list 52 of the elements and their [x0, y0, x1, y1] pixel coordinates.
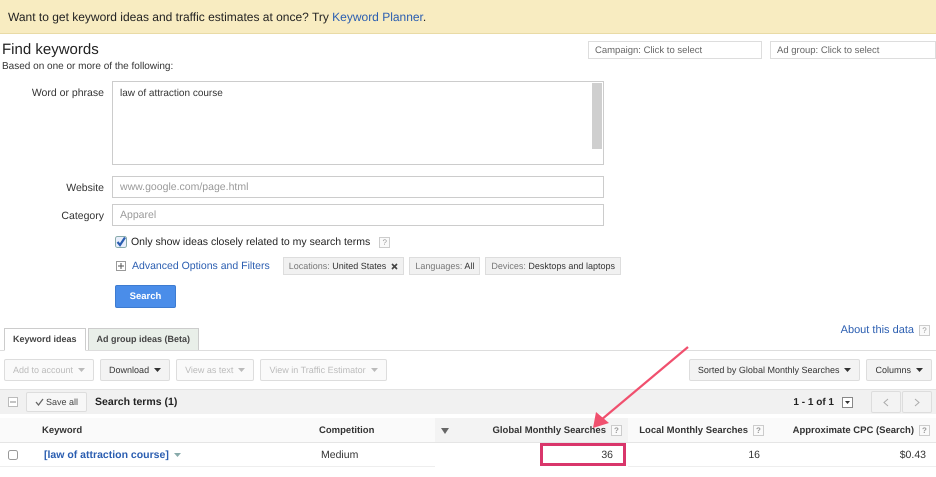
caret-icon	[844, 368, 852, 372]
advanced-options-link[interactable]: Advanced Options and Filters	[132, 260, 270, 272]
page-title: Find keywords	[2, 41, 100, 59]
pagination-text: 1 - 1 of 1	[793, 396, 834, 408]
field-label: Word or phrase	[30, 86, 104, 101]
checkbox[interactable]	[115, 236, 127, 248]
check-icon	[35, 398, 44, 406]
column-header[interactable]: Approximate CPC (Search) ?	[770, 418, 936, 443]
row-checkbox[interactable]	[8, 450, 18, 460]
collapse-icon[interactable]	[8, 397, 18, 407]
chevron-left-icon	[883, 398, 889, 406]
toolbar-button[interactable]: Download	[100, 359, 170, 381]
save-all-button[interactable]: Save all	[26, 392, 88, 412]
caret-icon	[370, 368, 378, 372]
selector-field[interactable]: Campaign: Click to select	[588, 41, 762, 59]
caret-icon	[154, 368, 162, 372]
table-cell: 16	[628, 443, 770, 467]
table-cell: Medium	[313, 443, 435, 467]
sort-button[interactable]: Sorted by Global Monthly Searches	[688, 359, 860, 381]
chevron-right-icon	[914, 398, 920, 406]
input-field[interactable]: www.google.com/page.html	[112, 176, 604, 198]
checkbox-label: Only show ideas closely related to my search terms	[131, 236, 370, 248]
expand-icon[interactable]	[116, 261, 126, 271]
selector-field[interactable]: Ad group: Click to select	[770, 41, 936, 59]
banner-message: Want to get keyword ideas and traffic estimates at once? Try Keyword Planner.	[8, 10, 426, 24]
tab[interactable]: Ad group ideas (Beta)	[88, 328, 200, 350]
page-subtitle: Based on one or more of the following:	[2, 61, 174, 72]
table-cell: 36	[540, 443, 626, 466]
caret-icon	[238, 368, 246, 372]
column-header[interactable]: Keyword	[36, 418, 313, 443]
input-field[interactable]: Apparel	[112, 204, 604, 226]
column-header[interactable]: Global Monthly Searches ?	[435, 418, 628, 443]
tab[interactable]: Keyword ideas	[4, 328, 86, 351]
scrollbar[interactable]	[592, 83, 602, 149]
group-title: Search terms (1)	[95, 396, 178, 408]
close-icon[interactable]	[391, 262, 398, 270]
column-header[interactable]: Local Monthly Searches ?	[628, 418, 770, 443]
field-label: Category	[60, 209, 104, 224]
table-cell: $0.43	[770, 443, 936, 467]
keyword-planner-link[interactable]: Keyword Planner	[332, 10, 423, 24]
field-label: Website	[65, 181, 104, 196]
columns-button[interactable]: Columns	[866, 359, 932, 381]
header-cell	[0, 418, 36, 443]
caret-icon	[78, 368, 86, 372]
about-data-link[interactable]: About this data	[840, 324, 914, 336]
keyword-link[interactable]: [law of attraction course]	[44, 448, 181, 460]
dropdown-icon[interactable]	[842, 396, 853, 408]
phrase-field[interactable]: law of attraction course	[112, 81, 604, 165]
caret-icon	[916, 368, 923, 372]
sort-arrow-icon[interactable]	[441, 428, 449, 434]
column-header[interactable]: Competition	[313, 418, 435, 443]
caret-icon	[174, 452, 181, 456]
